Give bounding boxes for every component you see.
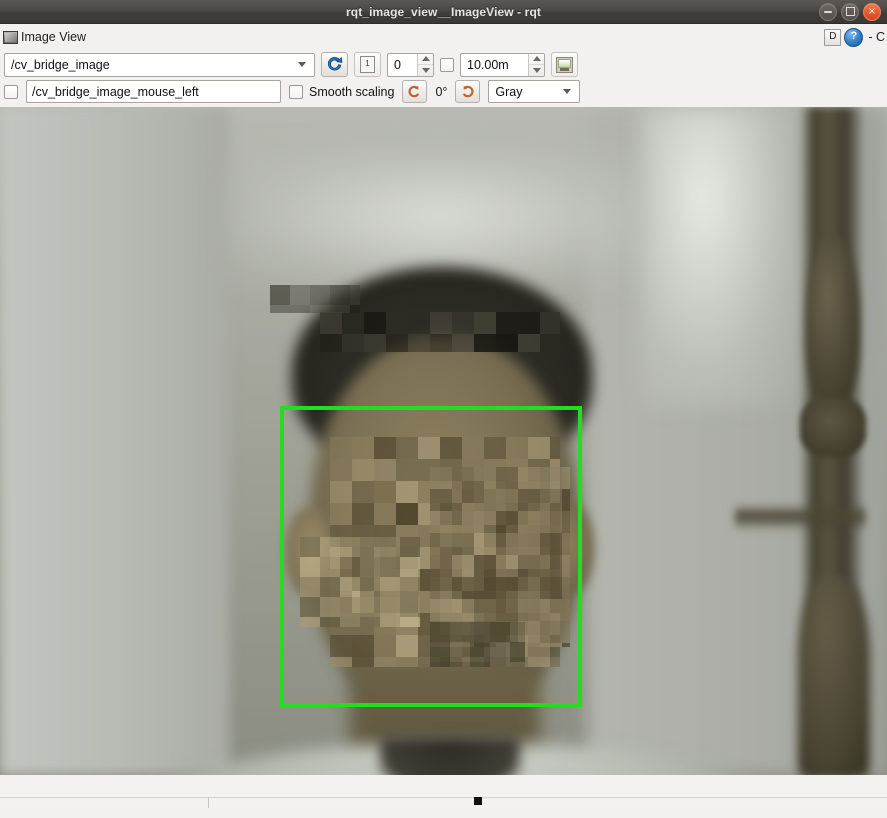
rotate-left-button[interactable]	[402, 80, 428, 103]
rqt-image-view-window: rqt_image_view__ImageView - rqt × Image …	[0, 0, 887, 818]
duration-step-up[interactable]	[529, 54, 544, 65]
maximize-button[interactable]	[841, 2, 859, 21]
frame-number-icon: 1	[360, 56, 375, 73]
window-controls: ×	[819, 0, 881, 23]
dock-button[interactable]: D	[824, 28, 842, 46]
colormap-combobox-value: Gray	[495, 84, 523, 99]
resize-grip[interactable]	[474, 797, 482, 805]
caret-up-icon	[532, 56, 541, 62]
window-bottom-strip	[0, 775, 887, 808]
toolbar-row-options: /cv_bridge_image_mouse_left Smooth scali…	[0, 80, 887, 107]
topic-combobox-value: /cv_bridge_image	[11, 57, 110, 72]
topic-combobox[interactable]: /cv_bridge_image	[4, 52, 315, 77]
smooth-scaling-group: Smooth scaling	[289, 84, 395, 99]
mouse-topic-input[interactable]: /cv_bridge_image_mouse_left	[26, 80, 281, 103]
plugin-header-trailing-text: - C	[868, 30, 885, 44]
save-image-button[interactable]	[551, 52, 578, 77]
help-icon[interactable]: ?	[844, 27, 864, 47]
smooth-scaling-checkbox[interactable]	[289, 84, 303, 99]
minimize-button[interactable]	[819, 2, 837, 21]
smooth-scaling-label: Smooth scaling	[309, 84, 395, 99]
duration-stepper[interactable]	[528, 53, 544, 76]
maximize-icon	[842, 4, 858, 20]
chevron-down-icon	[298, 62, 306, 67]
rotation-angle-label: 0°	[435, 84, 448, 99]
refresh-icon	[327, 56, 343, 71]
caret-down-icon	[532, 67, 541, 73]
frame-index-value: 0	[394, 57, 401, 72]
rotate-left-icon	[408, 85, 420, 97]
rotate-right-button[interactable]	[455, 80, 481, 103]
plugin-title: Image View	[21, 30, 87, 44]
plugin-header: Image View D ? - C	[0, 24, 887, 50]
minimize-icon	[820, 4, 836, 20]
frame-index-stepper[interactable]	[417, 53, 433, 76]
frame-index-spinbox[interactable]: 0	[387, 52, 434, 77]
refresh-topics-button[interactable]	[321, 52, 348, 77]
frame-index-step-up[interactable]	[418, 54, 433, 65]
frame-number-button[interactable]: 1	[354, 52, 381, 77]
duration-spinbox[interactable]: 10.00m	[460, 52, 545, 77]
bottom-section-divider	[208, 797, 209, 808]
image-canvas[interactable]	[0, 107, 887, 775]
window-title: rqt_image_view__ImageView - rqt	[346, 4, 541, 19]
close-button[interactable]: ×	[863, 2, 881, 21]
chevron-down-icon	[563, 89, 572, 94]
caret-down-icon	[421, 67, 430, 73]
bottom-divider-line	[0, 797, 887, 798]
save-image-icon	[556, 56, 573, 73]
colormap-combobox[interactable]: Gray	[488, 80, 581, 103]
publish-checkbox[interactable]	[440, 57, 454, 72]
duration-value: 10.00m	[467, 57, 509, 72]
plugin-title-group: Image View	[3, 30, 86, 44]
rotate-right-icon	[463, 85, 474, 97]
toolbar-row-topic: /cv_bridge_image 1 0 10.00m	[0, 50, 887, 80]
close-icon: ×	[867, 5, 877, 17]
frame-index-step-down[interactable]	[418, 65, 433, 76]
duration-step-down[interactable]	[529, 65, 544, 76]
camera-frame-image	[0, 107, 887, 775]
window-titlebar: rqt_image_view__ImageView - rqt ×	[0, 0, 887, 24]
plugin-header-actions: D ? - C	[824, 24, 887, 50]
image-view-icon	[3, 30, 18, 44]
caret-up-icon	[421, 56, 430, 62]
mouse-publish-checkbox[interactable]	[4, 84, 18, 99]
